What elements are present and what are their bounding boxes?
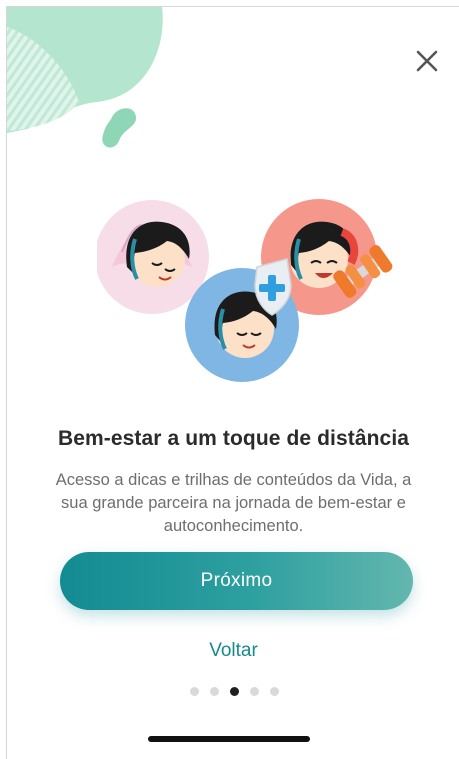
- page-dot-4[interactable]: [250, 687, 259, 696]
- next-button-label: Próximo: [200, 570, 273, 591]
- meditation-avatar: [97, 200, 209, 314]
- next-button[interactable]: Próximo: [60, 552, 413, 610]
- onboarding-screen: Bem-estar a um toque de distância Acesso…: [6, 6, 459, 759]
- page-dot-1[interactable]: [190, 687, 199, 696]
- onboarding-title: Bem-estar a um toque de distância: [57, 427, 410, 450]
- close-button[interactable]: [411, 45, 443, 77]
- wellness-characters-illustration: [97, 199, 393, 382]
- home-indicator: [148, 736, 310, 742]
- decorative-blob: [7, 7, 163, 148]
- back-link[interactable]: Voltar: [7, 640, 459, 662]
- page-dot-2[interactable]: [210, 687, 219, 696]
- onboarding-description: Acesso a dicas e trilhas de conteúdos da…: [55, 471, 412, 535]
- page-dot-5[interactable]: [270, 687, 279, 696]
- close-icon: [416, 50, 438, 72]
- page-dot-3-active[interactable]: [230, 687, 239, 696]
- page-indicator: [190, 687, 279, 696]
